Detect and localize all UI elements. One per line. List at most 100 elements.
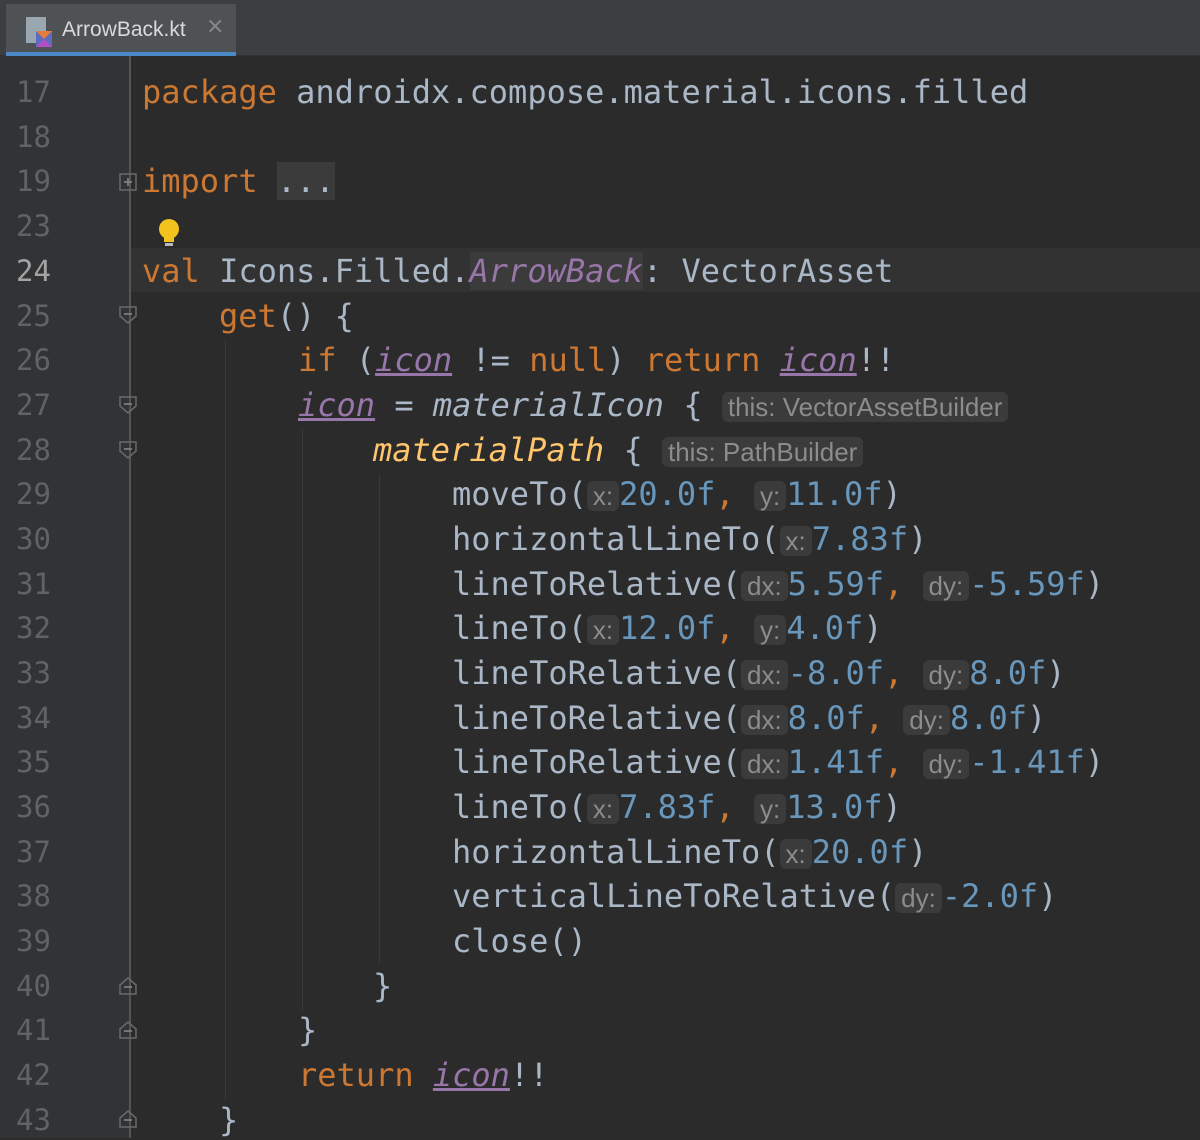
function-call: materialPath — [373, 431, 605, 469]
code-text: ) — [908, 833, 928, 871]
line-number: 40 — [16, 969, 51, 1003]
line-number: 43 — [16, 1103, 51, 1137]
fold-start-icon[interactable] — [119, 441, 137, 459]
number-literal: 8.0f — [949, 699, 1028, 737]
code-text: () { — [276, 297, 354, 335]
parameter-hint: y: — [753, 481, 787, 511]
parameter-hint: dx: — [740, 705, 788, 735]
code-text: Icons.Filled. — [199, 252, 470, 290]
keyword: import — [142, 162, 258, 200]
line-number: 19 — [16, 164, 51, 198]
line-number: 38 — [16, 879, 51, 913]
code-line: } — [373, 966, 392, 1006]
separator: , — [715, 475, 735, 513]
parameter-hint: x: — [779, 526, 812, 556]
number-literal: 4.0f — [786, 609, 864, 647]
code-line: materialPath { this: PathBuilder — [373, 430, 864, 472]
code-line: lineTo(x: 12.0f, y: 4.0f) — [452, 608, 883, 650]
property-ref: icon — [779, 341, 857, 379]
code-line: get() { — [219, 296, 354, 336]
fold-end-icon[interactable] — [119, 1021, 137, 1039]
fold-start-icon[interactable] — [119, 396, 137, 414]
line-number: 39 — [16, 924, 51, 958]
line-number: 25 — [16, 299, 51, 333]
parameter-hint: y: — [753, 615, 787, 645]
code-text: ) — [1084, 743, 1105, 781]
code-text: { — [664, 386, 703, 424]
indent-guide — [302, 430, 303, 1010]
line-number: 32 — [16, 611, 51, 645]
close-tab-icon[interactable]: × — [206, 14, 224, 39]
parameter-hint: dx: — [740, 571, 788, 601]
code-text: { — [604, 431, 643, 469]
separator: , — [715, 788, 735, 826]
fold-start-icon[interactable] — [119, 306, 137, 324]
code-line: if (icon != null) return icon!! — [298, 340, 895, 380]
number-literal: -8.0f — [787, 654, 884, 692]
property-ref: icon — [432, 1056, 510, 1094]
code-text: ) — [606, 341, 645, 379]
number-literal: 20.0f — [619, 475, 716, 513]
code-line: package androidx.compose.material.icons.… — [142, 72, 1028, 112]
code-text: verticalLineToRelative( — [452, 877, 896, 915]
tab-filename: ArrowBack.kt — [62, 18, 186, 41]
code-text: } — [298, 1011, 318, 1049]
parameter-hint: dy: — [903, 705, 950, 735]
lightbulb-icon[interactable] — [156, 218, 182, 248]
code-line: val Icons.Filled.ArrowBack: VectorAsset — [142, 251, 893, 291]
inlay-hint: this: PathBuilder — [661, 437, 864, 467]
number-literal: 8.0f — [969, 654, 1047, 692]
code-text: lineToRelative( — [452, 654, 741, 692]
parameter-hint: dy: — [922, 749, 970, 779]
fold-end-icon[interactable] — [119, 977, 137, 995]
code-text: ( — [336, 341, 376, 379]
code-text: horizontalLineTo( — [452, 833, 780, 871]
code-text: androidx.compose.material.icons.filled — [276, 73, 1029, 111]
line-number: 33 — [16, 656, 51, 690]
keyword: null — [529, 341, 607, 379]
code-text: = — [375, 386, 433, 424]
number-literal: 5.59f — [787, 565, 884, 603]
number-literal: 7.83f — [811, 520, 909, 558]
keyword: if — [298, 341, 337, 379]
code-line: verticalLineToRelative(dy: -2.0f) — [452, 876, 1057, 918]
code-line: } — [219, 1100, 238, 1140]
keyword: package — [142, 73, 277, 111]
code-text: lineTo( — [452, 609, 587, 647]
folded-imports[interactable]: ... — [276, 162, 335, 200]
tab-arrowback-kt[interactable]: ArrowBack.kt × — [6, 4, 236, 56]
parameter-hint: x: — [779, 839, 812, 869]
code-text: ) — [882, 475, 902, 513]
number-literal: 8.0f — [787, 699, 865, 737]
number-literal: -5.59f — [969, 565, 1085, 603]
code-text: } — [219, 1101, 239, 1139]
number-literal: 12.0f — [619, 609, 716, 647]
code-text: != — [452, 341, 530, 379]
code-text: lineTo( — [452, 788, 587, 826]
code-text: !! — [509, 1056, 549, 1094]
parameter-hint: x: — [586, 481, 620, 511]
separator: , — [884, 654, 904, 692]
parameter-hint: dx: — [740, 660, 788, 690]
indent-guide — [379, 474, 380, 964]
line-number: 26 — [16, 343, 51, 377]
number-literal: -2.0f — [941, 877, 1039, 915]
code-line: lineToRelative(dx: -8.0f, dy: 8.0f) — [452, 653, 1066, 695]
keyword: val — [142, 252, 200, 290]
fold-expand-icon[interactable] — [119, 173, 137, 191]
separator: , — [884, 743, 904, 781]
code-text: close() — [452, 922, 587, 960]
fold-end-icon[interactable] — [119, 1110, 137, 1128]
line-number: 41 — [16, 1013, 51, 1047]
separator: , — [715, 609, 735, 647]
keyword: return — [644, 341, 761, 379]
code-line: lineToRelative(dx: 8.0f, dy: 8.0f) — [452, 698, 1046, 740]
code-text: horizontalLineTo( — [452, 520, 780, 558]
line-number: 17 — [16, 75, 51, 109]
number-literal: -1.41f — [969, 743, 1085, 781]
property-ref: icon — [298, 386, 376, 424]
code-text: lineToRelative( — [452, 743, 741, 781]
line-number: 28 — [16, 433, 51, 467]
